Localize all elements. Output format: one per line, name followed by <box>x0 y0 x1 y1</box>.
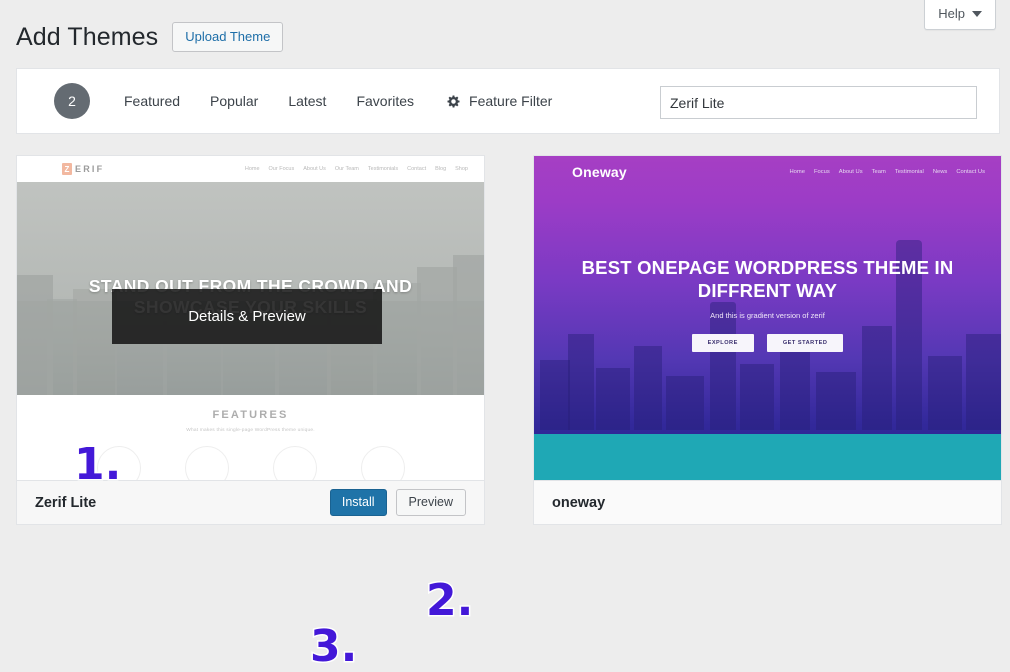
zerif-nav-item: Shop <box>455 166 468 172</box>
page-header: Add Themes Upload Theme <box>16 22 283 52</box>
install-button[interactable]: Install <box>330 489 387 517</box>
annotation-step-2: 2. <box>426 579 473 623</box>
preview-button[interactable]: Preview <box>396 489 466 517</box>
zerif-nav-item: Blog <box>435 166 446 172</box>
zerif-nav-item: Home <box>245 166 260 172</box>
oneway-nav-item: Home <box>790 169 805 175</box>
help-button[interactable]: Help <box>924 0 996 30</box>
oneway-preview-navbar: Oneway Home Focus About Us Team Testimon… <box>534 156 1001 188</box>
zerif-nav-item: About Us <box>303 166 326 172</box>
help-button-label: Help <box>938 6 965 21</box>
oneway-building <box>740 364 774 430</box>
zerif-nav-item: Contact <box>407 166 426 172</box>
theme-name: Zerif Lite <box>35 495 96 511</box>
theme-card-footer-oneway: oneway <box>534 480 1001 524</box>
zerif-nav-item: Testimonials <box>368 166 398 172</box>
upload-theme-button[interactable]: Upload Theme <box>172 22 283 52</box>
theme-count-badge: 2 <box>54 83 90 119</box>
zerif-preview-menu: Home Our Focus About Us Our Team Testimo… <box>245 166 470 172</box>
oneway-building <box>816 372 856 430</box>
theme-screenshot-oneway: Oneway Home Focus About Us Team Testimon… <box>534 156 1001 481</box>
oneway-building <box>666 376 704 430</box>
chevron-down-icon <box>972 11 982 17</box>
oneway-get-started-button: GET STARTED <box>767 334 844 352</box>
zerif-features-subtitle: What makes this single-page WordPress th… <box>17 428 484 433</box>
zerif-feature-circle <box>185 446 229 481</box>
theme-card-oneway[interactable]: Oneway Home Focus About Us Team Testimon… <box>533 155 1002 525</box>
oneway-hero: Oneway Home Focus About Us Team Testimon… <box>534 156 1001 481</box>
oneway-nav-item: News <box>933 169 948 175</box>
theme-filter-bar: 2 Featured Popular Latest Favorites Feat… <box>16 68 1000 134</box>
oneway-nav-item: Focus <box>814 169 830 175</box>
theme-actions: Install Preview <box>330 489 466 517</box>
zerif-logo: Z ERIF <box>62 163 104 175</box>
oneway-teal-band <box>534 434 1001 481</box>
theme-name: oneway <box>552 495 605 511</box>
oneway-hero-subtitle: And this is gradient version of zerif <box>534 311 1001 320</box>
oneway-nav-item: Team <box>872 169 886 175</box>
feature-filter-button[interactable]: Feature Filter <box>446 93 552 109</box>
oneway-building <box>634 346 662 430</box>
gear-icon <box>446 94 461 109</box>
search-input[interactable] <box>660 86 977 119</box>
tab-latest[interactable]: Latest <box>288 93 326 109</box>
theme-screenshot-zerif: Z ERIF Home Our Focus About Us Our Team … <box>17 156 484 481</box>
annotation-step-1: 1. <box>74 443 121 487</box>
zerif-preview-navbar: Z ERIF Home Our Focus About Us Our Team … <box>17 156 484 182</box>
oneway-building <box>710 302 736 430</box>
zerif-feature-circle <box>273 446 317 481</box>
oneway-logo: Oneway <box>572 164 627 180</box>
oneway-building <box>780 342 810 430</box>
oneway-nav-item: About Us <box>839 169 863 175</box>
oneway-building <box>928 356 962 430</box>
zerif-nav-item: Our Team <box>335 166 359 172</box>
annotation-step-3: 3. <box>310 625 357 669</box>
oneway-hero-buttons: EXPLORE GET STARTED <box>534 334 1001 352</box>
oneway-nav-item: Contact Us <box>956 169 985 175</box>
oneway-hero-title: BEST ONEPAGE WORDPRESS THEME IN DIFFRENT… <box>534 256 1001 302</box>
zerif-logo-text: ERIF <box>75 164 104 174</box>
zerif-nav-item: Our Focus <box>269 166 295 172</box>
tab-favorites[interactable]: Favorites <box>356 93 414 109</box>
tab-featured[interactable]: Featured <box>124 93 180 109</box>
zerif-feature-circle <box>361 446 405 481</box>
oneway-hero-title-line2: DIFFRENT WAY <box>534 279 1001 302</box>
tab-popular[interactable]: Popular <box>210 93 258 109</box>
oneway-explore-button: EXPLORE <box>692 334 754 352</box>
page-title: Add Themes <box>16 23 158 52</box>
details-and-preview-button[interactable]: Details & Preview <box>112 289 382 344</box>
oneway-building <box>540 360 570 430</box>
zerif-logo-mark: Z <box>62 163 72 175</box>
oneway-building <box>596 368 630 430</box>
oneway-hero-title-line1: BEST ONEPAGE WORDPRESS THEME IN <box>534 256 1001 279</box>
zerif-features-heading: FEATURES <box>17 409 484 421</box>
oneway-preview-menu: Home Focus About Us Team Testimonial New… <box>790 169 986 175</box>
oneway-nav-item: Testimonial <box>895 169 924 175</box>
feature-filter-label: Feature Filter <box>469 93 552 109</box>
